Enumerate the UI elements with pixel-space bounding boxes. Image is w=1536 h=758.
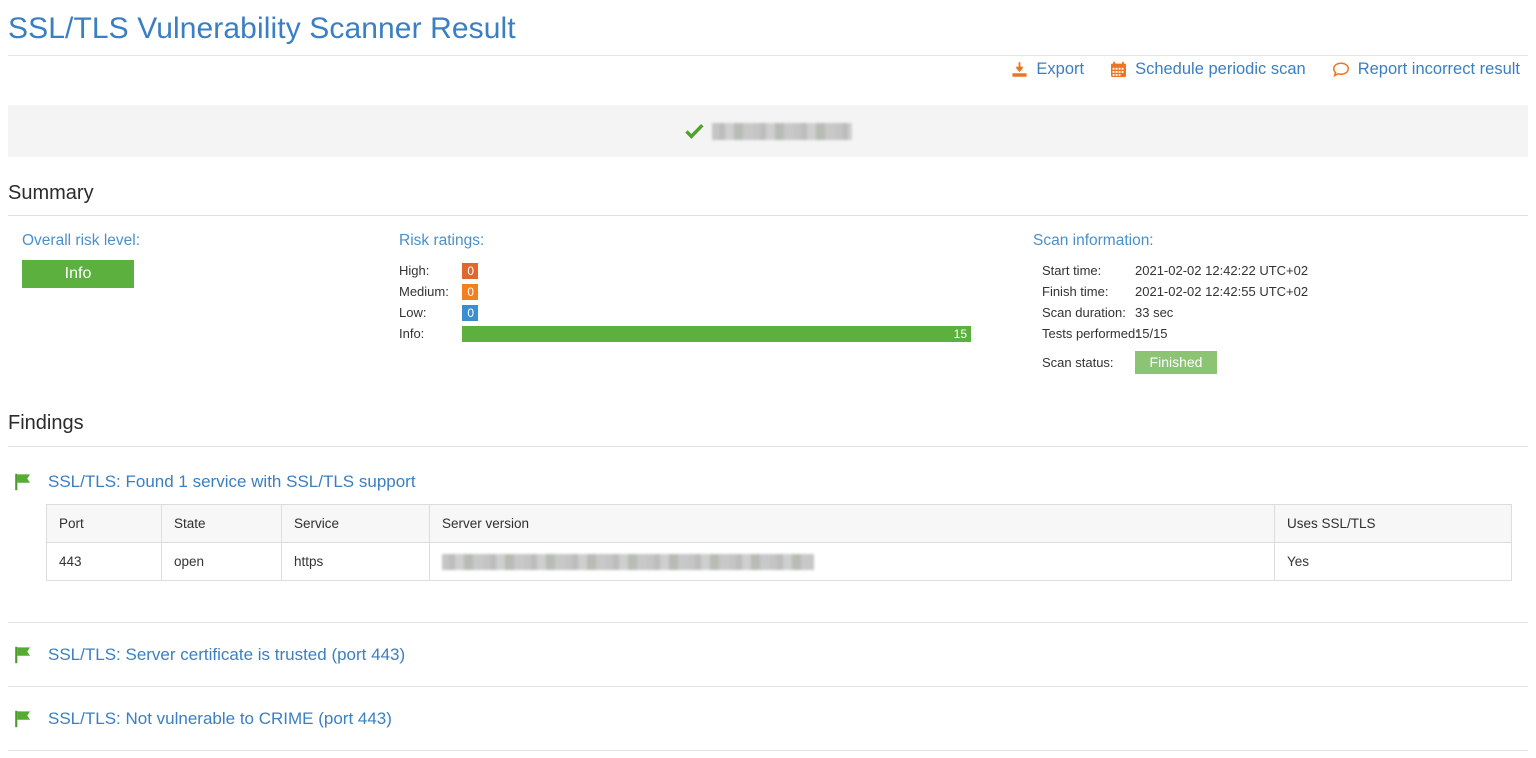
status-badge: Finished [1135, 351, 1217, 374]
risk-rating-name: Low: [399, 305, 462, 320]
scan-info-key: Scan duration: [1033, 305, 1135, 320]
scan-result-page: SSL/TLS Vulnerability Scanner Result Exp… [0, 0, 1536, 758]
scan-info-row: Finish time:2021-02-02 12:42:55 UTC+02 [1033, 281, 1308, 302]
risk-rating-row-high: High:0 [399, 260, 979, 281]
summary-section: Overall risk level: Info Risk ratings: H… [0, 232, 1536, 372]
finding-header[interactable]: SSL/TLS: Not vulnerable to CRIME (port 4… [8, 709, 1528, 729]
cell-state: open [162, 543, 282, 581]
table-row: 443 open https Yes [47, 543, 1512, 581]
scan-info-value: 15/15 [1135, 326, 1168, 341]
green-flag-icon [14, 473, 34, 491]
overall-risk-level-block: Overall risk level: Info [22, 232, 140, 288]
scan-status-row: Scan status:Finished [1033, 347, 1308, 377]
column-header-port: Port [47, 505, 162, 543]
risk-rating-bar: 0 [462, 305, 478, 321]
download-icon [1011, 61, 1028, 78]
scan-info-value: 2021-02-02 12:42:55 UTC+02 [1135, 284, 1308, 299]
summary-heading: Summary [8, 182, 94, 205]
report-label: Report incorrect result [1358, 60, 1520, 79]
findings-heading: Findings [8, 412, 84, 435]
header-divider [8, 55, 1528, 56]
risk-rating-name: Medium: [399, 284, 462, 299]
finding-divider-3 [8, 750, 1528, 751]
toolbar: Export [1011, 60, 1520, 79]
cell-server-version [430, 543, 1275, 581]
table-header-row: Port State Service Server version Uses S… [47, 505, 1512, 543]
green-flag-icon [14, 646, 34, 664]
scan-info-row: Start time:2021-02-02 12:42:22 UTC+02 [1033, 260, 1308, 281]
summary-divider [8, 215, 1528, 216]
column-header-server-version: Server version [430, 505, 1275, 543]
risk-ratings-rows: High:0Medium:0Low:0Info:15 [399, 260, 979, 344]
risk-rating-row-info: Info:15 [399, 323, 979, 344]
risk-rating-name: Info: [399, 326, 462, 341]
green-flag-icon [14, 710, 34, 728]
scan-info-row: Tests performed:15/15 [1033, 323, 1308, 344]
scan-information-label: Scan information: [1033, 232, 1308, 250]
schedule-periodic-scan-button[interactable]: Schedule periodic scan [1110, 60, 1306, 79]
target-banner [8, 105, 1528, 157]
scan-info-key: Finish time: [1033, 284, 1135, 299]
page-title: SSL/TLS Vulnerability Scanner Result [8, 12, 516, 46]
scan-status-key: Scan status: [1033, 355, 1135, 370]
risk-rating-bar: 0 [462, 284, 478, 300]
column-header-service: Service [282, 505, 430, 543]
risk-ratings-block: Risk ratings: High:0Medium:0Low:0Info:15 [399, 232, 979, 344]
cell-uses-ssl-tls: Yes [1275, 543, 1512, 581]
finding-title-link-1[interactable]: SSL/TLS: Server certificate is trusted (… [48, 645, 405, 665]
finding-row: SSL/TLS: Found 1 service with SSL/TLS su… [8, 472, 1528, 492]
scan-info-value: 2021-02-02 12:42:22 UTC+02 [1135, 263, 1308, 278]
finding-title-link-0[interactable]: SSL/TLS: Found 1 service with SSL/TLS su… [48, 472, 416, 492]
cell-service: https [282, 543, 430, 581]
column-header-uses-ssl-tls: Uses SSL/TLS [1275, 505, 1512, 543]
scan-info-row: Scan duration:33 sec [1033, 302, 1308, 323]
scan-info-key: Start time: [1033, 263, 1135, 278]
findings-divider [8, 446, 1528, 447]
finding-row: SSL/TLS: Server certificate is trusted (… [8, 645, 1528, 665]
risk-rating-name: High: [399, 263, 462, 278]
risk-rating-bar: 0 [462, 263, 478, 279]
scan-info-value: 33 sec [1135, 305, 1173, 320]
risk-rating-row-low: Low:0 [399, 302, 979, 323]
finding-row: SSL/TLS: Not vulnerable to CRIME (port 4… [8, 709, 1528, 729]
report-incorrect-result-button[interactable]: Report incorrect result [1332, 60, 1520, 79]
scan-information-block: Scan information: Start time:2021-02-02 … [1033, 232, 1308, 377]
check-icon [685, 123, 704, 140]
export-button[interactable]: Export [1011, 60, 1084, 79]
export-label: Export [1036, 60, 1084, 79]
cell-port: 443 [47, 543, 162, 581]
finding-title-link-2[interactable]: SSL/TLS: Not vulnerable to CRIME (port 4… [48, 709, 392, 729]
risk-rating-bar: 15 [462, 326, 971, 342]
schedule-label: Schedule periodic scan [1135, 60, 1306, 79]
target-host-redacted [712, 123, 852, 140]
finding-header[interactable]: SSL/TLS: Server certificate is trusted (… [8, 645, 1528, 665]
finding-divider-2 [8, 686, 1528, 687]
column-header-state: State [162, 505, 282, 543]
finding-header[interactable]: SSL/TLS: Found 1 service with SSL/TLS su… [8, 472, 1528, 492]
speech-bubble-icon [1332, 61, 1350, 78]
scan-info-key: Tests performed: [1033, 326, 1135, 341]
overall-risk-level-badge: Info [22, 260, 134, 288]
finding-divider-1 [8, 622, 1528, 623]
calendar-icon [1110, 61, 1127, 78]
risk-rating-row-medium: Medium:0 [399, 281, 979, 302]
server-version-redacted [442, 554, 814, 570]
overall-risk-level-label: Overall risk level: [22, 232, 140, 250]
scan-information-rows: Start time:2021-02-02 12:42:22 UTC+02Fin… [1033, 260, 1308, 377]
risk-ratings-label: Risk ratings: [399, 232, 979, 250]
ssl-services-table: Port State Service Server version Uses S… [46, 504, 1512, 581]
